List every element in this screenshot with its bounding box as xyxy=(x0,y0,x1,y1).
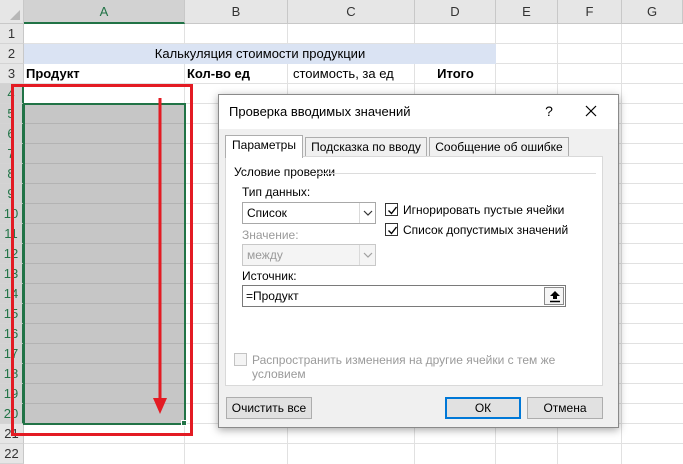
column-header-f[interactable]: F xyxy=(558,0,622,24)
row-header[interactable]: 2 xyxy=(0,44,24,64)
sheet-title: Калькуляция стоимости продукции xyxy=(154,46,366,61)
in-cell-dropdown-label[interactable]: Список допустимых значений xyxy=(403,223,568,237)
row-header[interactable]: 22 xyxy=(0,444,24,464)
in-cell-dropdown-checkbox[interactable] xyxy=(385,223,398,236)
operator-select[interactable]: между xyxy=(242,244,376,266)
dropdown-button[interactable] xyxy=(359,245,375,265)
data-type-value: Список xyxy=(247,206,287,220)
tab-settings[interactable]: Параметры xyxy=(225,135,303,158)
value-label: Значение: xyxy=(242,228,299,242)
data-type-label: Тип данных: xyxy=(242,185,311,199)
source-input[interactable]: =Продукт xyxy=(242,285,566,307)
cancel-button[interactable]: Отмена xyxy=(527,397,603,419)
row-header[interactable]: 3 xyxy=(0,64,24,84)
group-divider xyxy=(316,173,596,174)
ignore-blank-label[interactable]: Игнорировать пустые ячейки xyxy=(403,203,564,217)
annotation-arrow-icon xyxy=(153,98,167,414)
collapse-dialog-icon xyxy=(550,291,560,303)
tab-error-alert[interactable]: Сообщение об ошибке xyxy=(429,137,569,157)
dropdown-button[interactable] xyxy=(359,203,375,223)
data-type-select[interactable]: Список xyxy=(242,202,376,224)
close-icon xyxy=(585,105,597,117)
range-picker-button[interactable] xyxy=(544,287,564,305)
header-product[interactable]: Продукт xyxy=(26,64,80,84)
apply-to-all-checkbox[interactable] xyxy=(234,353,247,366)
column-header-d[interactable]: D xyxy=(415,0,496,24)
header-unit-cost[interactable]: стоимость, за ед xyxy=(293,64,394,84)
close-button[interactable] xyxy=(579,99,603,123)
tab-input-message[interactable]: Подсказка по вводу xyxy=(305,137,427,157)
gridline xyxy=(24,443,683,444)
column-header-b[interactable]: B xyxy=(185,0,288,24)
source-value: =Продукт xyxy=(246,289,299,303)
operator-value: между xyxy=(247,248,283,262)
chevron-down-icon xyxy=(363,210,373,216)
chevron-down-icon xyxy=(363,252,373,258)
column-header-g[interactable]: G xyxy=(622,0,683,24)
column-header-c[interactable]: C xyxy=(288,0,415,24)
column-header-a[interactable]: A xyxy=(24,0,185,24)
ignore-blank-checkbox[interactable] xyxy=(385,203,398,216)
select-all-corner[interactable] xyxy=(0,0,24,24)
dialog-titlebar[interactable]: Проверка вводимых значений ? xyxy=(219,95,618,129)
header-total[interactable]: Итого xyxy=(415,64,496,84)
group-label: Условие проверки xyxy=(234,165,336,179)
column-header-e[interactable]: E xyxy=(496,0,558,24)
checkmark-icon xyxy=(388,226,398,235)
source-label: Источник: xyxy=(242,269,297,283)
settings-panel: Условие проверки Тип данных: Список Игно… xyxy=(225,156,603,386)
checkmark-icon xyxy=(388,206,398,215)
ok-button[interactable]: ОК xyxy=(445,397,521,419)
dialog-title: Проверка вводимых значений xyxy=(229,104,411,119)
apply-to-all-label[interactable]: Распространить изменения на другие ячейк… xyxy=(252,353,572,381)
row-header[interactable]: 1 xyxy=(0,24,24,44)
clear-all-button[interactable]: Очистить все xyxy=(226,397,312,419)
header-qty[interactable]: Кол-во ед xyxy=(187,64,250,84)
data-validation-dialog: Проверка вводимых значений ? Параметры П… xyxy=(218,94,619,428)
help-button[interactable]: ? xyxy=(539,101,559,121)
gridline xyxy=(621,24,622,464)
